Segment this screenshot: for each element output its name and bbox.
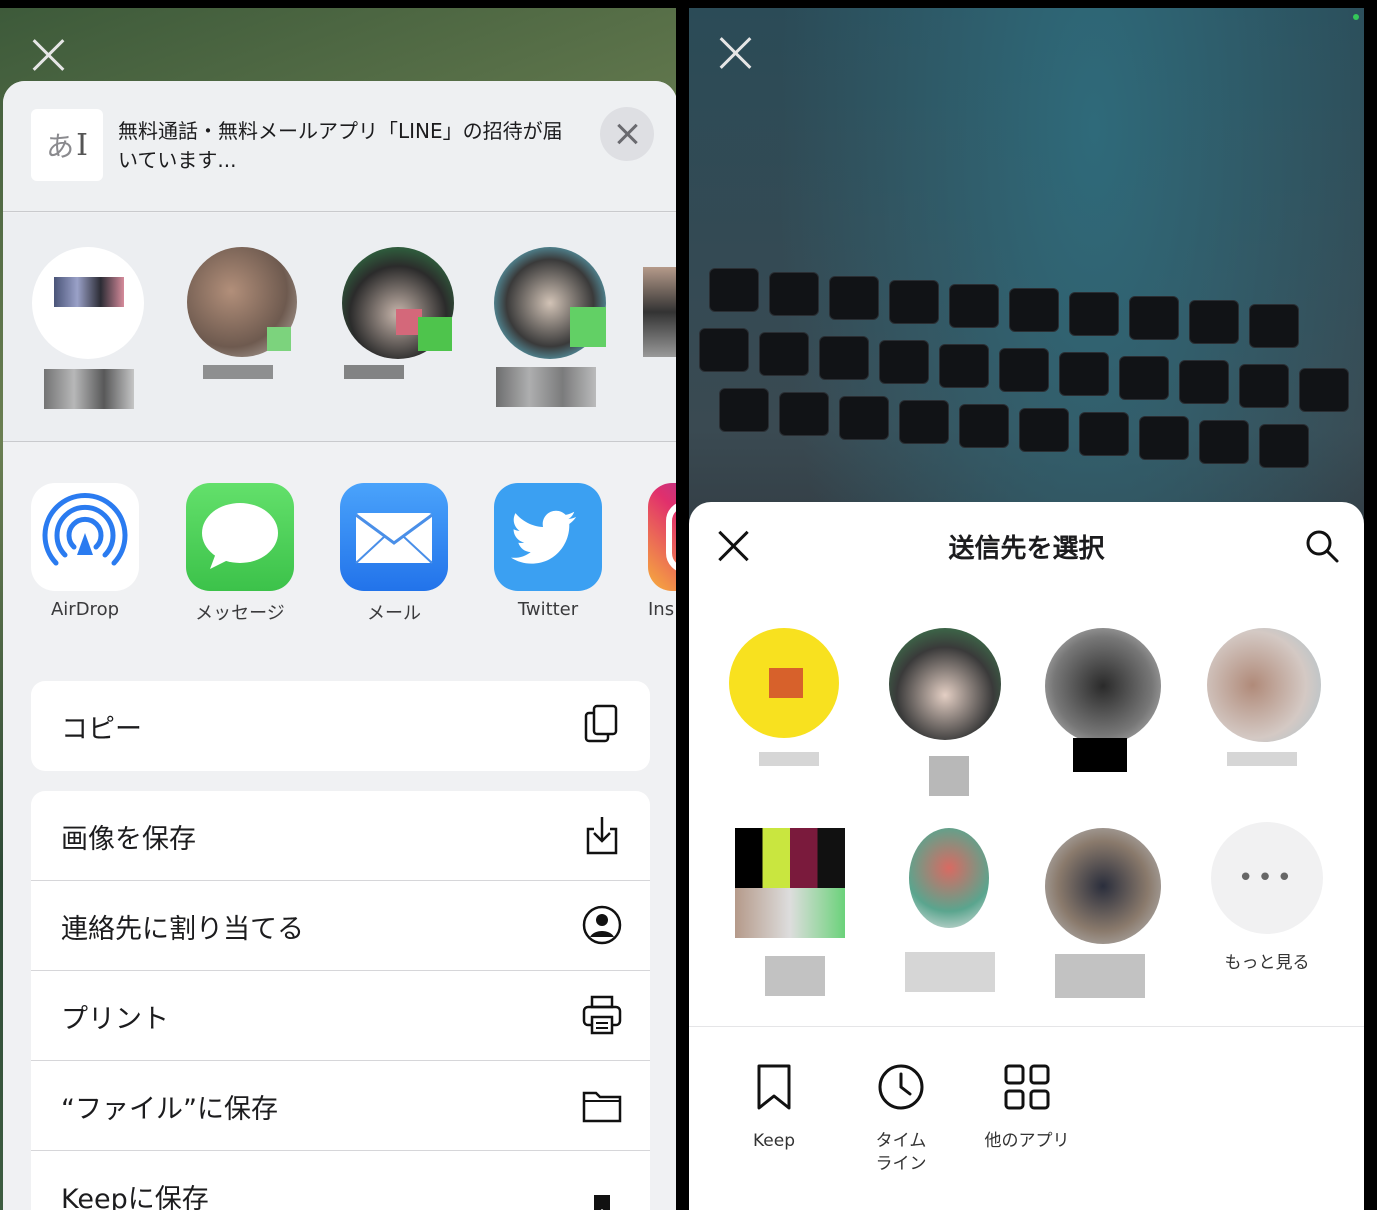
app-label: Twitter [517,599,579,620]
share-title: 無料通話・無料メールアプリ「LINE」の招待が届いています... [118,119,563,172]
app-mail[interactable]: メール [340,483,448,625]
search-icon[interactable] [1304,528,1340,564]
app-label: メール [367,603,421,624]
download-icon [586,817,618,855]
share-target-sheet: 送信先を選択 ••• もっと見る Keep タイム ライン 他のアプリ [689,502,1364,1210]
copy-icon [584,704,618,743]
folder-icon [582,1091,622,1123]
printer-icon [582,995,622,1035]
text-cursor-icon: I [76,127,88,163]
destination-timeline[interactable]: タイム ライン [846,1062,956,1176]
print-action[interactable]: プリント [31,971,650,1061]
messages-icon [186,483,294,591]
content-thumbnail: あI [31,109,103,181]
person-avatar[interactable] [28,247,156,417]
destination-label: Keep [752,1131,795,1151]
destination-label: タイム ライン [875,1131,927,1174]
action-label: コピー [61,714,142,745]
app-label: Ins [648,599,675,620]
action-label: 連絡先に割り当てる [61,914,304,945]
close-button[interactable] [600,107,654,161]
action-label: プリント [61,1004,169,1035]
more-icon: ••• [1237,863,1296,893]
share-sheet: あI 無料通話・無料メールアプリ「LINE」の招待が届いています... AirD… [3,81,676,1210]
person-avatar[interactable] [338,247,466,417]
more-label: もっと見る [1224,953,1310,973]
destination-other-apps[interactable]: 他のアプリ [972,1062,1082,1153]
actions-group: 画像を保存 連絡先に割り当てる プリント “ファイル”に保存 Keepに保存 [31,791,650,1210]
friend-avatar[interactable] [1207,628,1337,798]
copy-action[interactable]: コピー [31,681,650,771]
friend-avatar[interactable] [889,628,1019,798]
close-icon[interactable] [30,36,66,72]
airdrop-people-row [3,213,676,442]
friend-avatar[interactable] [889,828,1019,998]
app-twitter[interactable]: Twitter [494,483,602,620]
save-to-files-action[interactable]: “ファイル”に保存 [31,1061,650,1151]
save-to-keep-action[interactable]: Keepに保存 [31,1151,650,1210]
friend-avatar[interactable] [729,628,859,798]
app-instagram[interactable]: Ins [648,483,676,620]
friend-avatar[interactable] [725,828,855,998]
thumbnail-text: あ [46,130,75,163]
close-icon[interactable] [717,34,753,70]
action-label: “ファイル”に保存 [61,1094,278,1125]
ios-share-screen: あI 無料通話・無料メールアプリ「LINE」の招待が届いています... AirD… [0,8,676,1210]
person-avatar[interactable] [490,247,618,417]
airdrop-icon [31,483,139,591]
app-label: メッセージ [195,603,285,624]
twitter-icon [494,483,602,591]
assign-contact-action[interactable]: 連絡先に割り当てる [31,881,650,971]
share-header: あI 無料通話・無料メールアプリ「LINE」の招待が届いています... [3,81,676,212]
app-label: AirDrop [50,599,120,620]
destination-label: 他のアプリ [984,1131,1070,1151]
destination-keep[interactable]: Keep [719,1062,829,1153]
clock-icon [878,1064,924,1110]
app-share-row: AirDrop メッセージ メール Twitter Ins [3,483,676,633]
sheet-title: 送信先を選択 [948,534,1105,564]
app-airdrop[interactable]: AirDrop [31,483,139,620]
more-button[interactable]: ••• [1211,822,1323,934]
mail-icon [340,483,448,591]
friend-avatar[interactable] [1045,628,1175,798]
keyboard-photo [689,248,1364,508]
friend-avatar[interactable] [1045,828,1175,998]
instagram-icon [648,483,676,591]
grid-icon [1004,1064,1050,1110]
line-share-screen: 送信先を選択 ••• もっと見る Keep タイム ライン 他のアプリ [689,8,1364,1210]
copy-group: コピー [31,681,650,771]
person-avatar[interactable] [183,247,311,417]
person-avatar[interactable] [643,247,676,417]
bookmark-icon [594,1195,610,1210]
contact-icon [582,905,622,945]
action-label: 画像を保存 [61,824,196,855]
status-indicator [1353,14,1359,20]
action-label: Keepに保存 [61,1184,209,1210]
bookmark-icon [757,1064,791,1110]
divider [689,1026,1364,1027]
app-messages[interactable]: メッセージ [186,483,294,625]
save-image-action[interactable]: 画像を保存 [31,791,650,881]
